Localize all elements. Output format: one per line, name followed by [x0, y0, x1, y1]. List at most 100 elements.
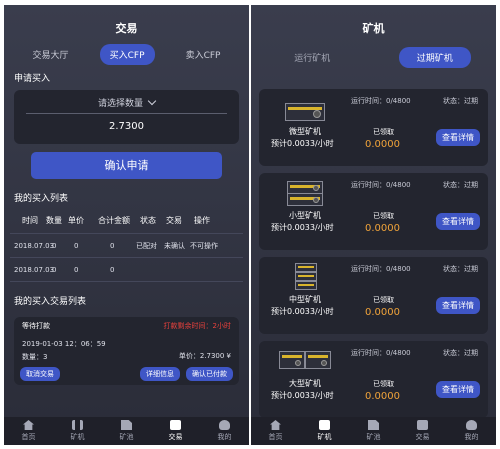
- quantity-select[interactable]: 请选择数量: [26, 96, 227, 114]
- cell: 不可操作: [190, 241, 218, 250]
- miner-name: 小型矿机: [289, 211, 321, 220]
- buy-list-table: 时间 数量 单价 合计金额 状态 交易 操作 2018.07.03 0 0 0 …: [10, 208, 243, 282]
- collected-amount: 0.0000: [365, 223, 400, 234]
- buy-section-title: 申请买入: [14, 74, 51, 84]
- col-unit: 单价: [68, 216, 84, 225]
- collected-amount: 0.0000: [365, 307, 400, 318]
- miner-image: [285, 263, 329, 291]
- tabbar-label: 交易: [415, 433, 430, 441]
- order-unit-price: 单价：2.7300 ¥: [178, 352, 231, 360]
- tabbar-label: 首页: [21, 433, 36, 441]
- view-details-button[interactable]: 查看详情: [436, 297, 480, 314]
- miner-name: 中型矿机: [289, 295, 321, 304]
- tabbar-item-home[interactable]: 首页: [269, 420, 283, 442]
- collected-amount: 0.0000: [365, 391, 400, 402]
- tabbar-item-me[interactable]: 我的: [218, 420, 232, 442]
- tab-trade-hall[interactable]: 交易大厅: [23, 44, 79, 65]
- tabbar-item-pool[interactable]: 矿池: [367, 420, 381, 442]
- me-icon: [219, 420, 230, 430]
- view-details-button[interactable]: 查看详情: [436, 129, 480, 146]
- my-buy-list-title: 我的买入列表: [14, 194, 69, 204]
- runtime: 运行时间：0/4800: [351, 97, 411, 105]
- collected-label: 已领取: [373, 212, 394, 220]
- tabbar-item-pool[interactable]: 矿池: [120, 420, 134, 442]
- pool-icon: [121, 420, 132, 430]
- trade-icon: [417, 420, 428, 430]
- miner-tabs: 运行矿机 过期矿机: [251, 46, 496, 68]
- status: 状态：过期: [443, 349, 478, 357]
- quantity-placeholder: 请选择数量: [97, 99, 143, 109]
- status: 状态：过期: [443, 265, 478, 273]
- tabbar-item-miner[interactable]: 矿机: [318, 420, 332, 442]
- miner-name: 大型矿机: [289, 379, 321, 388]
- tabbar-item-miner[interactable]: 矿机: [71, 420, 85, 442]
- tabbar-item-me[interactable]: 我的: [465, 420, 479, 442]
- bottom-tab-bar: 首页 矿机 矿池 交易 我的: [251, 417, 496, 445]
- tabbar-label: 我的: [464, 433, 479, 441]
- details-button[interactable]: 详细信息: [140, 367, 180, 381]
- tab-buy-cfp[interactable]: 买入CFP: [99, 43, 155, 65]
- tabbar-item-trade[interactable]: 交易: [169, 420, 183, 442]
- page-title: 交易: [115, 22, 138, 35]
- cell: 0: [110, 241, 115, 250]
- tabbar-label: 矿池: [366, 433, 381, 441]
- tab-sell-cfp[interactable]: 卖入CFP: [176, 44, 231, 65]
- miner-card: 运行时间：0/4800 状态：过期 小型矿机 预计0.0033/小时 已领取 0…: [259, 173, 488, 250]
- cell: 0: [74, 241, 79, 250]
- miner-rate: 预计0.0033/小时: [271, 223, 334, 232]
- me-icon: [466, 420, 477, 430]
- runtime: 运行时间：0/4800: [351, 181, 411, 189]
- miner-card: 运行时间：0/4800 状态：过期 中型矿机 预计0.0033/小时 已领取 0…: [259, 257, 488, 334]
- miner-icon: [72, 420, 83, 430]
- tab-expired-miners[interactable]: 过期矿机: [398, 46, 471, 68]
- tabbar-label: 交易: [168, 433, 183, 441]
- runtime: 运行时间：0/4800: [351, 265, 411, 273]
- collected-label: 已领取: [373, 128, 394, 136]
- home-icon: [23, 420, 34, 430]
- view-details-button[interactable]: 查看详情: [436, 213, 480, 230]
- cell: 2018.07.03: [14, 265, 55, 274]
- cell: 0: [110, 265, 115, 274]
- collected-label: 已领取: [373, 380, 394, 388]
- trade-list-title: 我的买入交易列表: [14, 297, 87, 307]
- col-trade: 交易: [166, 216, 182, 225]
- bottom-tab-bar: 首页 矿机 矿池 交易 我的: [4, 417, 249, 445]
- miner-image: [285, 97, 329, 123]
- table-row: 2018.07.03 0 0 0: [10, 258, 243, 282]
- tabbar-label: 矿机: [70, 433, 85, 441]
- miner-image: [279, 349, 331, 375]
- tabbar-label: 我的: [217, 433, 232, 441]
- payment-countdown: 打款剩余时间：2小时: [163, 322, 231, 330]
- confirm-paid-button[interactable]: 确认已付款: [186, 367, 233, 381]
- cell: 0: [74, 265, 79, 274]
- miner-rate: 预计0.0033/小时: [271, 139, 334, 148]
- pool-icon: [368, 420, 379, 430]
- order-action-group: 详细信息 确认已付款: [140, 367, 233, 381]
- home-icon: [270, 420, 281, 430]
- view-details-button[interactable]: 查看详情: [436, 381, 480, 398]
- tabbar-item-trade[interactable]: 交易: [416, 420, 430, 442]
- table-header: 时间 数量 单价 合计金额 状态 交易 操作: [10, 208, 243, 234]
- col-qty: 数量: [46, 216, 62, 225]
- order-actions: 取消交易 详细信息 确认已付款: [20, 367, 233, 381]
- status: 状态：过期: [443, 97, 478, 105]
- col-total: 合计金额: [98, 216, 130, 225]
- tabbar-item-home[interactable]: 首页: [22, 420, 36, 442]
- tab-running-miners[interactable]: 运行矿机: [276, 47, 348, 68]
- runtime: 运行时间：0/4800: [351, 349, 411, 357]
- collected-label: 已领取: [373, 296, 394, 304]
- confirm-application-button[interactable]: 确认申请: [31, 152, 222, 179]
- miner-rate: 预计0.0033/小时: [271, 307, 334, 316]
- trade-icon: [170, 420, 181, 430]
- tabbar-label: 矿池: [119, 433, 134, 441]
- order-card: 等待打款 打款剩余时间：2小时 2019-01-03 12：06：59 数量：3…: [14, 317, 239, 385]
- chevron-down-icon: [147, 96, 157, 106]
- buy-form: 请选择数量 2.7300: [14, 90, 239, 144]
- col-status: 状态: [140, 216, 156, 225]
- price-value: 2.7300: [109, 121, 144, 132]
- col-time: 时间: [22, 216, 38, 225]
- cell: 0: [52, 241, 57, 250]
- miner-card: 运行时间：0/4800 状态：过期 大型矿机 预计0.0033/小时 已领取 0…: [259, 341, 488, 418]
- trade-tabs: 交易大厅 买入CFP 卖入CFP: [4, 43, 249, 65]
- cancel-trade-button[interactable]: 取消交易: [20, 367, 60, 381]
